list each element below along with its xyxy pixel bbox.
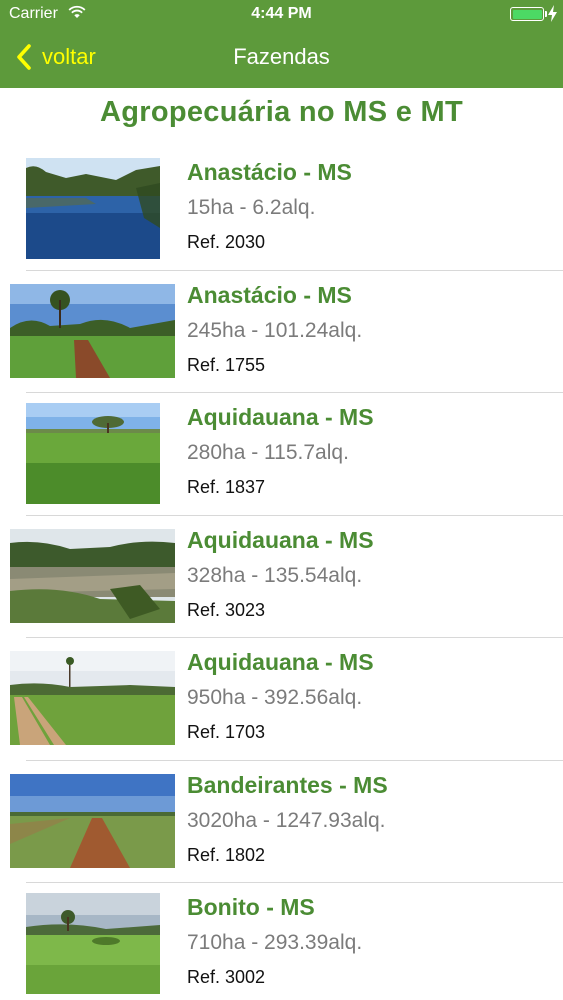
farm-area: 710ha - 293.39alq. (187, 931, 363, 954)
charging-bolt-icon (548, 5, 557, 22)
farm-area: 15ha - 6.2alq. (187, 196, 316, 219)
status-bar: Carrier 4:44 PM (0, 0, 563, 30)
farm-ref: Ref. 1703 (187, 722, 266, 742)
list-item[interactable]: Aquidauana - MS 280ha - 115.7alq. Ref. 1… (0, 393, 563, 516)
dirt-road-photo (10, 773, 175, 868)
top-bar: Carrier 4:44 PM voltar Fazendas (0, 0, 563, 88)
farm-name: Anastácio - MS (187, 281, 352, 308)
farm-name: Anastácio - MS (187, 159, 352, 185)
farm-ref: Ref. 1802 (187, 844, 266, 865)
farm-ref: Ref. 3002 (187, 967, 266, 987)
farm-area: 3020ha - 1247.93alq. (187, 808, 386, 832)
battery-icon (510, 7, 547, 21)
farm-name: Bandeirantes - MS (187, 771, 388, 798)
page-heading: Agropecuária no MS e MT (100, 96, 463, 128)
grass-field-photo (26, 403, 160, 504)
farm-ref: Ref. 3023 (187, 599, 266, 620)
list-item[interactable]: Anastácio - MS 245ha - 101.24alq. Ref. 1… (0, 271, 563, 394)
farm-ref: Ref. 1837 (187, 477, 266, 497)
farm-ref: Ref. 1755 (187, 354, 266, 375)
farm-area: 280ha - 115.7alq. (187, 441, 349, 464)
clock-time: 4:44 PM (251, 5, 312, 22)
farm-name: Bonito - MS (187, 894, 315, 920)
farm-ref: Ref. 2030 (187, 232, 266, 252)
grass-field-photo (26, 893, 160, 994)
pasture-road-photo (10, 283, 175, 378)
nav-title: Fazendas (233, 44, 330, 69)
navigation-bar: voltar Fazendas (0, 30, 563, 88)
farm-area: 950ha - 392.56alq. (187, 686, 363, 709)
farm-name: Aquidauana - MS (187, 649, 374, 675)
list-item[interactable]: Bandeirantes - MS 3020ha - 1247.93alq. R… (0, 761, 563, 884)
list-item[interactable]: Bonito - MS 710ha - 293.39alq. Ref. 3002 (0, 883, 563, 1000)
farm-name: Aquidauana - MS (187, 404, 374, 430)
farm-list: Anastácio - MS 15ha - 6.2alq. Ref. 2030 … (0, 148, 563, 1000)
river-bank-photo (10, 528, 175, 623)
list-item[interactable]: Anastácio - MS 15ha - 6.2alq. Ref. 2030 (0, 148, 563, 271)
list-item[interactable]: Aquidauana - MS 950ha - 392.56alq. Ref. … (0, 638, 563, 761)
farm-area: 245ha - 101.24alq. (187, 318, 363, 342)
farm-area: 328ha - 135.54alq. (187, 563, 363, 587)
list-item[interactable]: Aquidauana - MS 328ha - 135.54alq. Ref. … (0, 516, 563, 639)
farm-name: Aquidauana - MS (187, 526, 374, 553)
pasture-road-photo (10, 651, 175, 745)
river-photo (26, 158, 160, 259)
